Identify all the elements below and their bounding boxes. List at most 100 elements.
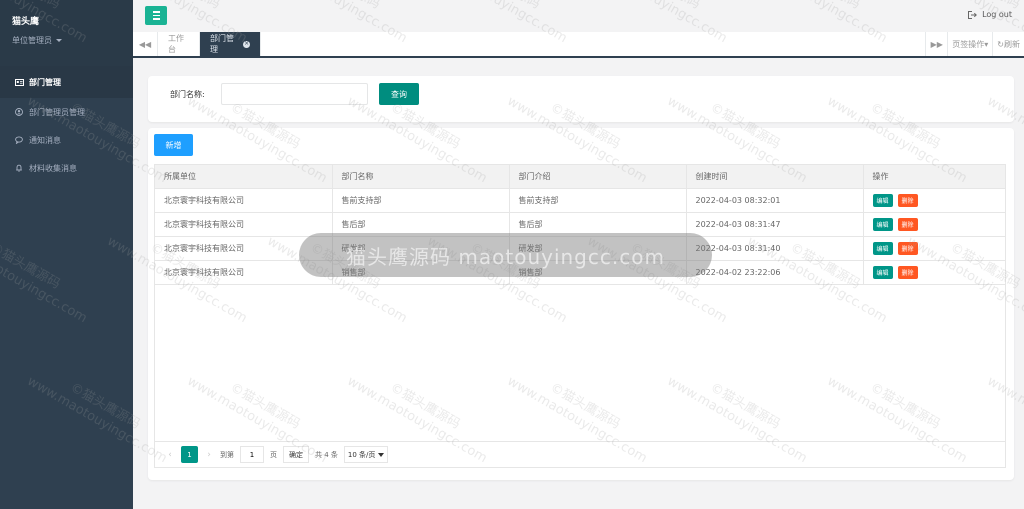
sidebar-header: 猫头鹰 单位管理员 [0, 0, 133, 66]
cell-unit: 北京寰宇科技有限公司 [155, 236, 333, 261]
topbar: Log out [133, 0, 1024, 32]
cell-created: 2022-04-02 23:22:06 [686, 260, 864, 285]
table-row: 北京寰宇科技有限公司 销售部 销售部 2022-04-02 23:22:06 编… [155, 260, 1005, 285]
table-header-row: 所属单位 部门名称 部门介绍 创建时间 操作 [155, 165, 1005, 189]
hamburger-icon-line [152, 18, 160, 20]
cell-actions: 编辑 删除 [863, 236, 1005, 261]
edit-button[interactable]: 编辑 [872, 193, 893, 207]
cell-created: 2022-04-03 08:32:01 [686, 188, 864, 213]
table-row: 北京寰宇科技有限公司 售前支持部 售前支持部 2022-04-03 08:32:… [155, 188, 1005, 213]
page-suffix: 页 [270, 450, 277, 459]
sidebar-item-label: 部门管理 [29, 77, 61, 87]
sidebar-nav: 部门管理 部门管理员管理 通知消息 材料收集消息 [0, 66, 133, 182]
cell-actions: 编辑 删除 [863, 188, 1005, 213]
edit-button[interactable]: 编辑 [872, 241, 893, 255]
logout-label: Log out [982, 10, 1012, 19]
edit-button[interactable]: 编辑 [872, 265, 893, 279]
sidebar-item-label: 部门管理员管理 [29, 107, 85, 117]
cell-actions: 编辑 删除 [863, 260, 1005, 285]
tab-label: 工作台 [168, 34, 184, 54]
logout-link[interactable]: Log out [968, 10, 1012, 19]
column-header: 操作 [863, 165, 1005, 189]
add-button[interactable]: 新增 [154, 134, 193, 156]
chevron-down-icon [56, 39, 62, 42]
table-panel: 新增 所属单位 部门名称 部门介绍 创建时间 操作 北京寰宇科技有限公司 售前支… [148, 128, 1014, 480]
tab-scroll-left-button[interactable]: ◀◀ [133, 32, 158, 56]
hamburger-icon [152, 11, 160, 13]
cell-intro: 销售部 [509, 260, 687, 285]
edit-button[interactable]: 编辑 [872, 217, 893, 231]
cell-created: 2022-04-03 08:31:40 [686, 236, 864, 261]
goto-prefix: 到第 [220, 450, 234, 459]
role-label: 单位管理员 [12, 36, 52, 45]
page-ops-dropdown[interactable]: 页签操作 ▾ [947, 32, 992, 56]
column-header: 部门介绍 [509, 165, 687, 189]
page-ops-label: 页签操作 [952, 39, 985, 49]
role-dropdown[interactable]: 单位管理员 [12, 35, 121, 46]
sidebar-item-notifications[interactable]: 通知消息 [0, 126, 133, 154]
query-button[interactable]: 查询 [379, 83, 419, 105]
goto-page-input[interactable] [240, 446, 264, 463]
cell-unit: 北京寰宇科技有限公司 [155, 188, 333, 213]
page-size-select[interactable]: 10 条/页 [343, 446, 389, 463]
cell-intro: 研发部 [509, 236, 687, 261]
table-row: 北京寰宇科技有限公司 研发部 研发部 2022-04-03 08:31:40 编… [155, 236, 1005, 261]
sidebar-item-material-collection[interactable]: 材料收集消息 [0, 154, 133, 182]
department-name-label: 部门名称: [170, 90, 205, 99]
bell-icon [13, 164, 25, 172]
user-icon [13, 108, 25, 116]
hamburger-icon-line [152, 14, 160, 17]
column-header: 所属单位 [155, 165, 333, 189]
department-name-input[interactable] [221, 83, 368, 105]
chevron-down-icon [378, 452, 385, 457]
sidebar-item-dept-admin[interactable]: 部门管理员管理 [0, 98, 133, 126]
tab-department-management[interactable]: 部门管理 × [200, 32, 261, 56]
current-page[interactable]: 1 [181, 446, 198, 463]
tab-bar: ◀◀ 工作台 部门管理 × ▶▶ 页签操作 ▾ ↻ 刷新 [133, 32, 1024, 58]
double-chevron-left-icon: ◀◀ [138, 39, 152, 49]
pagination: ‹ 1 › 到第 页 确定 共 4 条 10 条/页 [154, 442, 1006, 468]
delete-button[interactable]: 删除 [897, 193, 918, 207]
sidebar-item-label: 通知消息 [29, 135, 61, 145]
data-table: 所属单位 部门名称 部门介绍 创建时间 操作 北京寰宇科技有限公司 售前支持部 … [154, 164, 1006, 442]
app-name: 猫头鹰 [12, 17, 40, 27]
tab-scroll-right-button[interactable]: ▶▶ [925, 32, 947, 56]
cell-intro: 售后部 [509, 212, 687, 237]
sidebar: 猫头鹰 单位管理员 部门管理 部门管理员管理 通知消息 材料收集消息 [0, 0, 133, 509]
delete-button[interactable]: 删除 [897, 265, 918, 279]
close-icon[interactable]: × [243, 40, 250, 48]
id-card-icon [13, 78, 25, 86]
refresh-icon: ↻ [997, 39, 1004, 49]
cell-created: 2022-04-03 08:31:47 [686, 212, 864, 237]
refresh-label: 刷新 [1004, 39, 1020, 49]
column-header: 创建时间 [686, 165, 864, 189]
page-size-label: 10 条/页 [347, 450, 376, 459]
cell-name: 销售部 [332, 260, 510, 285]
cell-name: 研发部 [332, 236, 510, 261]
chevron-down-icon: ▾ [984, 39, 989, 49]
cell-name: 售前支持部 [332, 188, 510, 213]
delete-button[interactable]: 删除 [897, 241, 918, 255]
prev-page-button[interactable]: ‹ [165, 446, 175, 463]
cell-actions: 编辑 删除 [863, 212, 1005, 237]
logout-icon [968, 10, 978, 19]
cell-unit: 北京寰宇科技有限公司 [155, 260, 333, 285]
refresh-button[interactable]: ↻ 刷新 [992, 32, 1024, 56]
total-count: 共 4 条 [315, 450, 338, 459]
tab-workbench[interactable]: 工作台 [158, 32, 200, 56]
menu-toggle-button[interactable] [145, 6, 167, 25]
column-header: 部门名称 [332, 165, 510, 189]
double-chevron-right-icon: ▶▶ [930, 39, 943, 49]
table-row: 北京寰宇科技有限公司 售后部 售后部 2022-04-03 08:31:47 编… [155, 212, 1005, 237]
tab-tools: ▶▶ 页签操作 ▾ ↻ 刷新 [925, 32, 1024, 56]
cell-name: 售后部 [332, 212, 510, 237]
cell-unit: 北京寰宇科技有限公司 [155, 212, 333, 237]
delete-button[interactable]: 删除 [897, 217, 918, 231]
sidebar-item-department[interactable]: 部门管理 [0, 66, 133, 98]
cell-intro: 售前支持部 [509, 188, 687, 213]
chat-icon [13, 136, 25, 144]
sidebar-item-label: 材料收集消息 [29, 163, 77, 173]
next-page-button[interactable]: › [204, 446, 214, 463]
search-panel: 部门名称: 查询 [148, 76, 1014, 122]
goto-confirm-button[interactable]: 确定 [283, 446, 309, 463]
